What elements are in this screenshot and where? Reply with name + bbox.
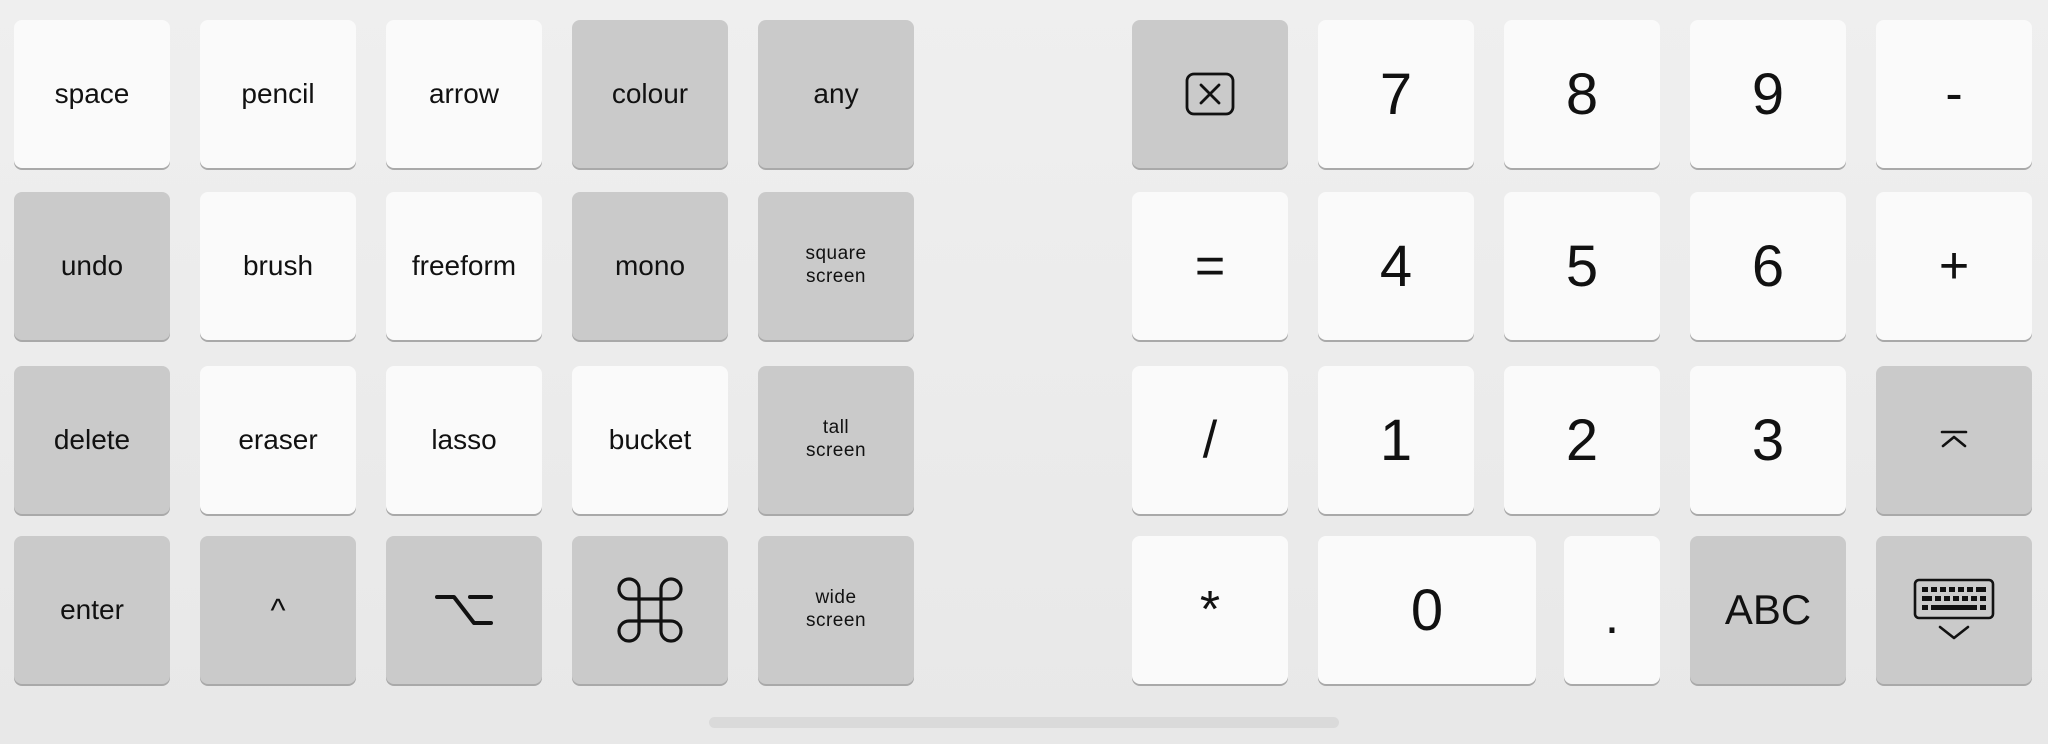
- equals-label: =: [1194, 237, 1226, 295]
- backspace-icon: [1185, 72, 1235, 116]
- digit-5-key[interactable]: 5: [1504, 192, 1660, 340]
- keyboard-surface: space pencil arrow colour any undo brush…: [0, 0, 2048, 744]
- digit-6-label: 6: [1751, 233, 1785, 299]
- lasso-key-label: lasso: [431, 423, 497, 455]
- bucket-key[interactable]: bucket: [572, 366, 728, 514]
- undo-key[interactable]: undo: [14, 192, 170, 340]
- wide-screen-key-label: wide screen: [805, 587, 867, 631]
- pencil-key[interactable]: pencil: [200, 20, 356, 168]
- asterisk-key[interactable]: *: [1132, 536, 1288, 684]
- equals-key[interactable]: =: [1132, 192, 1288, 340]
- delete-key-label: delete: [53, 423, 131, 455]
- command-icon: [617, 577, 683, 643]
- mono-key-label: mono: [614, 249, 686, 281]
- digit-9-key[interactable]: 9: [1690, 20, 1846, 168]
- freeform-key[interactable]: freeform: [386, 192, 542, 340]
- mono-key[interactable]: mono: [572, 192, 728, 340]
- enter-key[interactable]: enter: [14, 536, 170, 684]
- digit-4-label: 4: [1379, 233, 1413, 299]
- delete-key[interactable]: delete: [14, 366, 170, 514]
- digit-7-key[interactable]: 7: [1318, 20, 1474, 168]
- square-screen-key[interactable]: square screen: [758, 192, 914, 340]
- eraser-key-label: eraser: [238, 423, 318, 455]
- digit-2-key[interactable]: 2: [1504, 366, 1660, 514]
- freeform-key-label: freeform: [411, 249, 517, 281]
- brush-key-label: brush: [242, 249, 314, 281]
- any-key-label: any: [813, 77, 859, 109]
- collapse-key[interactable]: [1876, 366, 2032, 514]
- digit-0-label: 0: [1410, 577, 1444, 643]
- colour-key-label: colour: [611, 77, 689, 109]
- digit-2-label: 2: [1565, 407, 1599, 473]
- digit-0-key[interactable]: 0: [1318, 536, 1536, 684]
- keyboard-dismiss-key[interactable]: [1876, 536, 2032, 684]
- tall-screen-key[interactable]: tall screen: [758, 366, 914, 514]
- digit-3-key[interactable]: 3: [1690, 366, 1846, 514]
- undo-key-label: undo: [60, 249, 124, 281]
- option-key[interactable]: [386, 536, 542, 684]
- minus-key[interactable]: -: [1876, 20, 2032, 168]
- backspace-key[interactable]: [1132, 20, 1288, 168]
- plus-label: +: [1938, 237, 1970, 295]
- brush-key[interactable]: brush: [200, 192, 356, 340]
- colour-key[interactable]: colour: [572, 20, 728, 168]
- option-icon: [435, 595, 493, 625]
- digit-1-label: 1: [1379, 407, 1413, 473]
- minus-label: -: [1945, 65, 1963, 123]
- space-key[interactable]: space: [14, 20, 170, 168]
- abc-key[interactable]: ABC: [1690, 536, 1846, 684]
- arrow-key-label: arrow: [428, 77, 499, 109]
- lasso-key[interactable]: lasso: [386, 366, 542, 514]
- enter-key-label: enter: [60, 593, 124, 625]
- digit-4-key[interactable]: 4: [1318, 192, 1474, 340]
- digit-1-key[interactable]: 1: [1318, 366, 1474, 514]
- decimal-point-key[interactable]: .: [1564, 536, 1660, 684]
- keyboard-dismiss-icon: [1913, 578, 1995, 640]
- square-screen-key-label: square screen: [805, 243, 867, 287]
- digit-5-label: 5: [1565, 233, 1599, 299]
- abc-label: ABC: [1724, 586, 1812, 633]
- pencil-key-label: pencil: [241, 77, 315, 109]
- decimal-point-label: .: [1604, 587, 1620, 645]
- digit-7-label: 7: [1379, 61, 1413, 127]
- slash-label: /: [1202, 411, 1218, 469]
- command-key[interactable]: [572, 536, 728, 684]
- digit-8-key[interactable]: 8: [1504, 20, 1660, 168]
- home-indicator[interactable]: [709, 717, 1339, 728]
- plus-key[interactable]: +: [1876, 192, 2032, 340]
- control-key[interactable]: ^: [200, 536, 356, 684]
- bucket-key-label: bucket: [608, 423, 692, 455]
- arrow-key[interactable]: arrow: [386, 20, 542, 168]
- asterisk-label: *: [1199, 581, 1221, 639]
- space-key-label: space: [54, 77, 130, 109]
- slash-key[interactable]: /: [1132, 366, 1288, 514]
- digit-6-key[interactable]: 6: [1690, 192, 1846, 340]
- eraser-key[interactable]: eraser: [200, 366, 356, 514]
- any-key[interactable]: any: [758, 20, 914, 168]
- wide-screen-key[interactable]: wide screen: [758, 536, 914, 684]
- digit-8-label: 8: [1565, 61, 1599, 127]
- digit-9-label: 9: [1751, 61, 1785, 127]
- digit-3-label: 3: [1751, 407, 1785, 473]
- tall-screen-key-label: tall screen: [805, 417, 867, 461]
- collapse-up-icon: [1940, 430, 1968, 448]
- control-key-label: ^: [270, 591, 286, 628]
